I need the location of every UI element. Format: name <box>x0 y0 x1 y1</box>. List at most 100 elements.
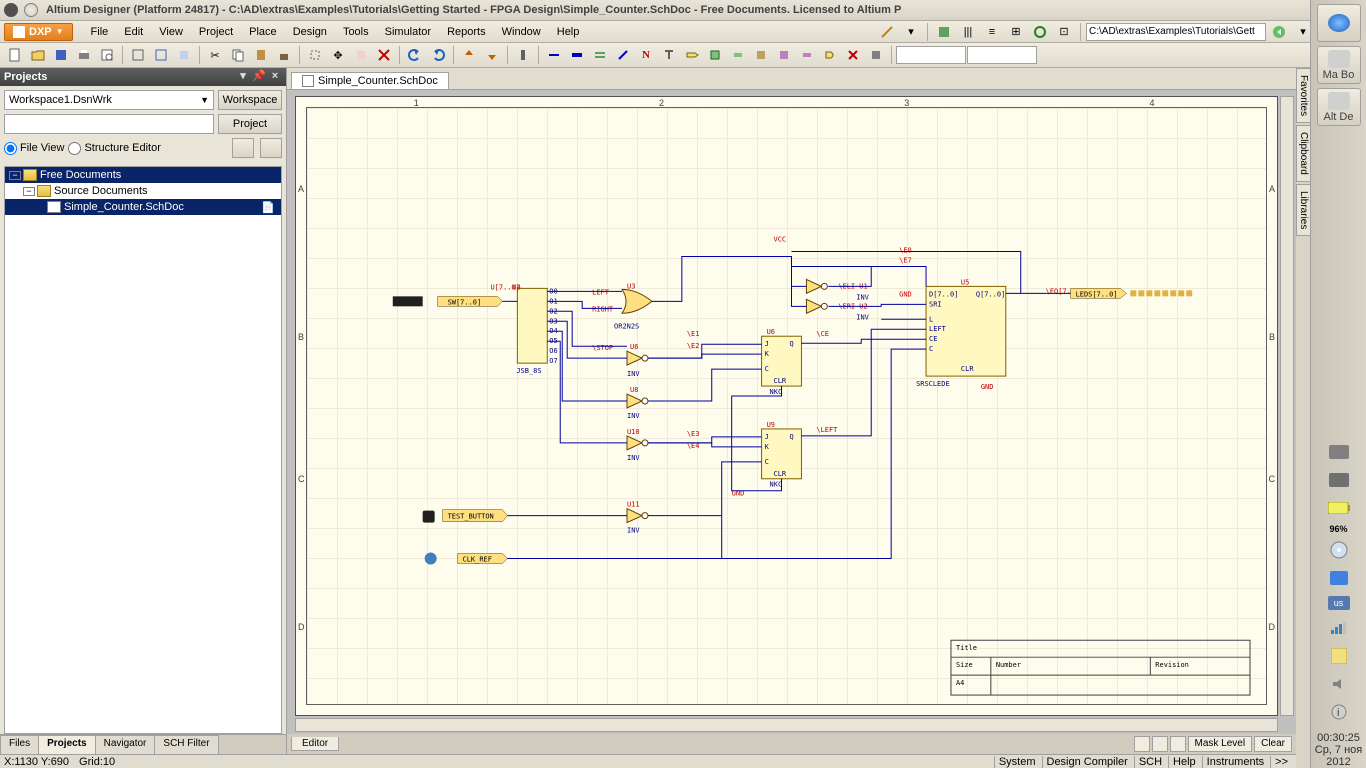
menu-place[interactable]: Place <box>241 23 285 41</box>
clear-filter-icon[interactable] <box>373 45 395 65</box>
path-input[interactable] <box>1086 23 1266 41</box>
paste-icon[interactable] <box>250 45 272 65</box>
harness-connector-icon[interactable] <box>773 45 795 65</box>
zoom-sel-icon[interactable] <box>173 45 195 65</box>
power-port-icon[interactable] <box>658 45 680 65</box>
browse-icon[interactable]: ⊡ <box>1053 22 1075 42</box>
panel-close-icon[interactable]: × <box>268 70 282 84</box>
compile-mask-icon[interactable] <box>865 45 887 65</box>
bus-entry-icon[interactable] <box>612 45 634 65</box>
no-erc-icon[interactable] <box>842 45 864 65</box>
dock-item-2[interactable]: Alt De <box>1317 88 1361 126</box>
nav-back-icon[interactable] <box>1268 22 1290 42</box>
deselect-icon[interactable] <box>350 45 372 65</box>
mask-icon-3[interactable] <box>1170 736 1186 752</box>
new-icon[interactable] <box>4 45 26 65</box>
sheet-symbol-icon[interactable] <box>704 45 726 65</box>
distribute-h-icon[interactable]: ||| <box>957 22 979 42</box>
mask-icon-2[interactable] <box>1152 736 1168 752</box>
save-icon[interactable] <box>50 45 72 65</box>
menu-reports[interactable]: Reports <box>439 23 494 41</box>
project-button[interactable]: Project <box>218 114 282 134</box>
lang-indicator[interactable]: us <box>1328 596 1350 610</box>
tab-files[interactable]: Files <box>0 735 39 754</box>
align-icon[interactable]: ⊞ <box>1005 22 1027 42</box>
wire-icon[interactable] <box>543 45 565 65</box>
distribute-v-icon[interactable]: ≡ <box>981 22 1003 42</box>
status-instruments[interactable]: Instruments <box>1202 756 1268 768</box>
zoom-fit-icon[interactable] <box>127 45 149 65</box>
harness-entry-icon[interactable] <box>796 45 818 65</box>
status-sch[interactable]: SCH <box>1134 756 1166 768</box>
status-more[interactable]: >> <box>1270 756 1292 768</box>
menu-project[interactable]: Project <box>191 23 241 41</box>
dock-item-1[interactable]: Ma Bo <box>1317 46 1361 84</box>
tab-navigator[interactable]: Navigator <box>95 735 156 754</box>
menu-file[interactable]: File <box>83 23 117 41</box>
workspace-button[interactable]: Workspace <box>218 90 282 110</box>
tab-sch-filter[interactable]: SCH Filter <box>154 735 218 754</box>
bus-icon[interactable] <box>566 45 588 65</box>
menu-tools[interactable]: Tools <box>335 23 377 41</box>
undo-icon[interactable] <box>404 45 426 65</box>
device-sheet-icon[interactable] <box>750 45 772 65</box>
doc-tab-simple-counter[interactable]: Simple_Counter.SchDoc <box>291 72 449 89</box>
menu-edit[interactable]: Edit <box>116 23 151 41</box>
panel-menu-icon[interactable]: ▾ <box>236 70 250 84</box>
volume-icon[interactable] <box>1327 674 1351 694</box>
menu-view[interactable]: View <box>151 23 191 41</box>
vertical-scrollbar[interactable] <box>1280 96 1294 716</box>
dock-globe[interactable] <box>1317 4 1361 42</box>
menu-design[interactable]: Design <box>285 23 335 41</box>
redo-icon[interactable] <box>427 45 449 65</box>
info-icon[interactable]: i <box>1327 702 1351 722</box>
print-icon[interactable] <box>73 45 95 65</box>
project-tree[interactable]: −Free Documents −Source Documents Simple… <box>4 166 282 734</box>
battery-icon[interactable] <box>1327 498 1351 518</box>
dock-usb-icon[interactable] <box>1327 568 1351 588</box>
mask-icon-1[interactable] <box>1134 736 1150 752</box>
findnext-input[interactable] <box>967 46 1037 64</box>
draw-tool-icon[interactable] <box>876 22 898 42</box>
signal-harness-icon[interactable] <box>589 45 611 65</box>
workspace-combo[interactable]: Workspace1.DsnWrk▼ <box>4 90 214 110</box>
mask-level-button[interactable]: Mask Level <box>1188 736 1253 752</box>
editor-tab[interactable]: Editor <box>291 737 339 751</box>
vtab-libraries[interactable]: Libraries <box>1296 184 1311 236</box>
dock-disc-icon[interactable] <box>1327 540 1351 560</box>
port-icon[interactable] <box>681 45 703 65</box>
status-help[interactable]: Help <box>1168 756 1200 768</box>
cut-icon[interactable]: ✂ <box>204 45 226 65</box>
vtab-favorites[interactable]: Favorites <box>1296 68 1311 123</box>
zoom-area-icon[interactable] <box>150 45 172 65</box>
tab-projects[interactable]: Projects <box>38 735 95 754</box>
network-icon[interactable] <box>1327 618 1351 638</box>
tree-source-documents[interactable]: −Source Documents <box>5 183 281 199</box>
settings-icon[interactable] <box>260 138 282 158</box>
panel-pin-icon[interactable]: 📌 <box>252 70 266 84</box>
hierarchy-down-icon[interactable] <box>481 45 503 65</box>
filter-icon[interactable] <box>232 138 254 158</box>
sheet-entry-icon[interactable] <box>727 45 749 65</box>
tree-doc-simple-counter[interactable]: Simple_Counter.SchDoc 📄 <box>5 199 281 215</box>
open-icon[interactable] <box>27 45 49 65</box>
structure-editor-radio[interactable]: Structure Editor <box>68 142 160 155</box>
vtab-clipboard[interactable]: Clipboard <box>1296 125 1311 182</box>
preview-icon[interactable] <box>96 45 118 65</box>
find-input[interactable] <box>896 46 966 64</box>
net-label-icon[interactable]: N <box>635 45 657 65</box>
file-view-radio[interactable]: File View <box>4 142 64 155</box>
menu-help[interactable]: Help <box>549 23 588 41</box>
tree-free-documents[interactable]: −Free Documents <box>5 167 281 183</box>
status-system[interactable]: System <box>994 756 1040 768</box>
notes-icon[interactable] <box>1327 646 1351 666</box>
project-combo[interactable] <box>4 114 214 134</box>
status-design-compiler[interactable]: Design Compiler <box>1042 756 1132 768</box>
clear-button[interactable]: Clear <box>1254 736 1292 752</box>
dock-drive2-icon[interactable] <box>1327 470 1351 490</box>
part-icon[interactable] <box>819 45 841 65</box>
move-icon[interactable]: ✥ <box>327 45 349 65</box>
sys-menu-button[interactable] <box>24 3 38 17</box>
select-icon[interactable] <box>304 45 326 65</box>
copy-icon[interactable] <box>227 45 249 65</box>
